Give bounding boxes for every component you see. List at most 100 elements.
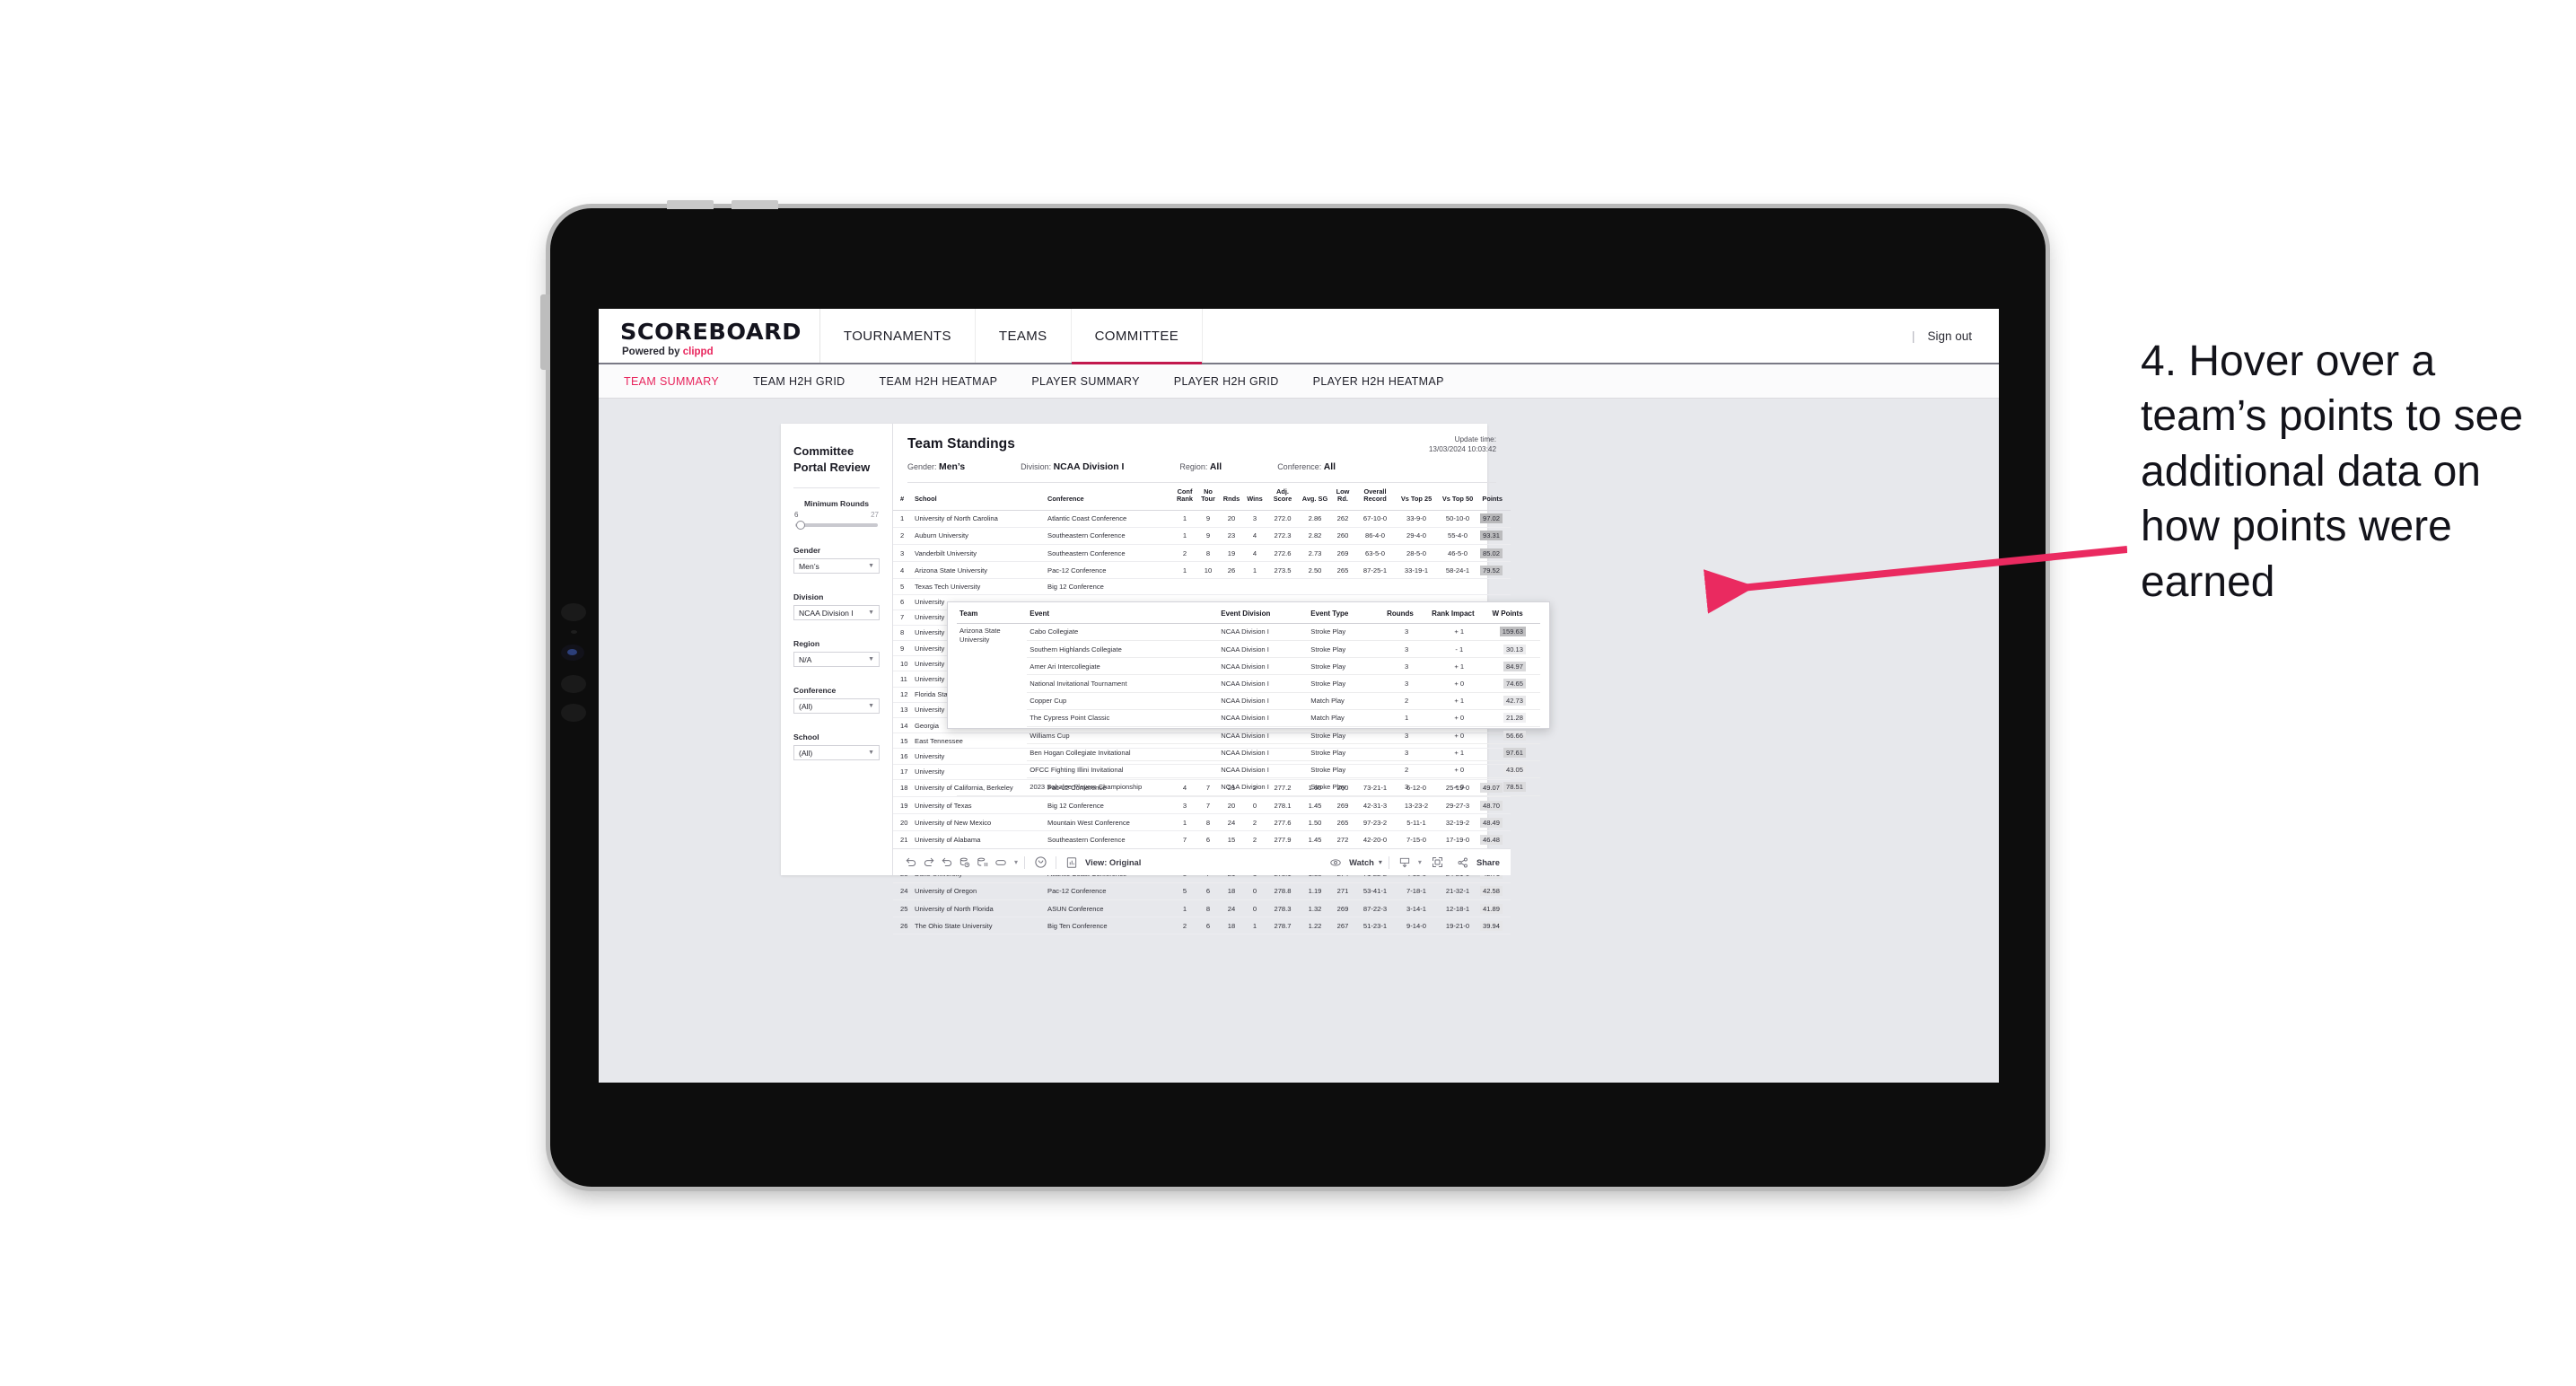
cell-overall: 87-25-1 — [1354, 561, 1396, 580]
division-select[interactable]: NCAA Division I ▼ — [793, 605, 880, 621]
tab-team-h2h-heatmap[interactable]: TEAM H2H HEATMAP — [880, 375, 998, 388]
table-row[interactable]: 21 University of Alabama Southeastern Conf… — [893, 830, 1511, 849]
redo-icon[interactable] — [920, 854, 938, 872]
table-row[interactable]: 26 The Ohio State University Big Ten Confe… — [893, 917, 1511, 935]
cell-low-rd — [1331, 578, 1354, 595]
cell-points[interactable]: 93.31 — [1478, 527, 1511, 545]
minimum-rounds-slider[interactable] — [795, 521, 878, 531]
tooltip-cell-w-points: 21.28 — [1489, 709, 1540, 727]
cell-conference: Mountain West Conference — [1046, 813, 1173, 832]
region-select[interactable]: N/A ▼ — [793, 652, 880, 668]
nav-teams[interactable]: TEAMS — [976, 309, 1072, 363]
cell-vs-top-50: 58-24-1 — [1437, 561, 1478, 580]
refresh-data-icon[interactable] — [956, 854, 974, 872]
col-vs-top-50[interactable]: Vs Top 50 — [1437, 483, 1478, 511]
cell-points[interactable]: 39.94 — [1478, 917, 1511, 935]
cell-points[interactable]: 85.02 — [1478, 544, 1511, 563]
table-row[interactable]: 3 Vanderbilt University Southeastern Confe… — [893, 544, 1511, 563]
cell-points[interactable]: 48.70 — [1478, 796, 1511, 815]
share-button[interactable]: Share — [1454, 854, 1500, 872]
cell-points[interactable]: 48.49 — [1478, 813, 1511, 832]
view-original-button[interactable]: View: Original — [1063, 854, 1141, 872]
table-row[interactable]: 2 Auburn University Southeastern Conferenc… — [893, 527, 1511, 545]
cell-avg-sg: 1.45 — [1299, 796, 1331, 815]
nav-tournaments[interactable]: TOURNAMENTS — [820, 309, 976, 363]
pause-updates-icon[interactable] — [974, 854, 992, 872]
nav-committee[interactable]: COMMITTEE — [1071, 309, 1204, 364]
tablet-sensor-icon — [561, 603, 586, 621]
slider-min-value: 6 — [794, 511, 799, 520]
cell-points[interactable]: 41.89 — [1478, 899, 1511, 918]
col-rnds[interactable]: Rnds — [1220, 483, 1243, 511]
tooltip-row: Arizona State University Cabo Collegiate N… — [957, 623, 1540, 796]
school-select[interactable]: (All) ▼ — [793, 745, 880, 761]
cell-points[interactable]: 97.02 — [1478, 510, 1511, 528]
col-rank[interactable]: # — [893, 483, 913, 511]
conference-select[interactable]: (All) ▼ — [793, 698, 880, 715]
table-header-row: # School Conference Conf Rank No Tour Rn… — [893, 483, 1511, 511]
slider-thumb[interactable] — [796, 521, 805, 531]
tooltip-cell-rounds: 3 — [1384, 623, 1430, 641]
cell-overall: 42-31-3 — [1354, 796, 1396, 815]
filter-divider — [793, 487, 880, 489]
cell-rank: 18 — [893, 779, 913, 797]
col-overall[interactable]: Overall Record — [1354, 483, 1396, 511]
cell-rnds: 24 — [1220, 813, 1243, 832]
tab-player-h2h-grid[interactable]: PLAYER H2H GRID — [1174, 375, 1279, 388]
col-points[interactable]: Points — [1478, 483, 1511, 511]
tab-team-h2h-grid[interactable]: TEAM H2H GRID — [753, 375, 845, 388]
tooltip-row: Copper Cup NCAA Division I Match Play 2 + 1 4… — [957, 692, 1540, 710]
update-time-value: 13/03/2024 10:03:42 — [1428, 445, 1496, 454]
tooltip-w-points-value: 97.61 — [1503, 747, 1526, 758]
table-row[interactable]: 20 University of New Mexico Mountain West … — [893, 813, 1511, 832]
col-wins[interactable]: Wins — [1243, 483, 1266, 511]
alerts-icon[interactable] — [1031, 854, 1049, 872]
table-row[interactable]: 1 University of North Carolina Atlantic Co… — [893, 510, 1511, 528]
tablet-sensor3-icon — [561, 704, 586, 722]
summary-division: Division: NCAA Division I — [1021, 462, 1125, 472]
table-row[interactable]: 5 Texas Tech University Big 12 Conference — [893, 578, 1511, 595]
undo-icon[interactable] — [902, 854, 920, 872]
col-no-tour[interactable]: No Tour — [1196, 483, 1220, 511]
cell-overall: 63-5-0 — [1354, 544, 1396, 563]
view-shape-dropdown[interactable]: ▾ — [992, 854, 1018, 872]
col-conf-rank[interactable]: Conf Rank — [1173, 483, 1196, 511]
tab-player-summary[interactable]: PLAYER SUMMARY — [1031, 375, 1139, 388]
revert-icon[interactable] — [938, 854, 956, 872]
table-row[interactable]: 4 Arizona State University Pac-12 Conferen… — [893, 561, 1511, 580]
download-button[interactable]: ▾ — [1396, 854, 1422, 872]
points-value: 97.02 — [1480, 513, 1503, 524]
tab-team-summary[interactable]: TEAM SUMMARY — [624, 375, 719, 388]
cell-points[interactable]: 46.48 — [1478, 830, 1511, 849]
cell-points[interactable]: 79.52 — [1478, 561, 1511, 580]
tooltip-cell-event: Copper Cup — [1027, 692, 1219, 710]
cell-points[interactable] — [1478, 578, 1511, 595]
table-row[interactable]: 19 University of Texas Big 12 Conference 3 7… — [893, 796, 1511, 815]
tooltip-row: Amer Ari Intercollegiate NCAA Division IS… — [957, 657, 1540, 676]
col-avg-sg[interactable]: Avg. SG — [1299, 483, 1331, 511]
slider-max-value: 27 — [871, 511, 879, 520]
cell-points[interactable]: 42.58 — [1478, 882, 1511, 901]
chevron-down-icon: ▾ — [1378, 857, 1382, 866]
brand-logo[interactable]: SCOREBOARD Powered by clippd — [599, 309, 820, 363]
tooltip-cell-w-points: 78.51 — [1489, 777, 1540, 796]
col-low-rd[interactable]: Low Rd. — [1331, 483, 1354, 511]
watch-button[interactable]: Watch ▾ — [1327, 854, 1382, 872]
col-school[interactable]: School — [913, 483, 1046, 511]
region-label: Region — [793, 639, 820, 649]
cell-adj-score: 272.0 — [1266, 510, 1299, 528]
tooltip-cell-event: Williams Cup — [1027, 726, 1219, 745]
tooltip-cell-rank-impact: + 0 — [1429, 709, 1490, 727]
sign-out-link[interactable]: Sign out — [1927, 329, 1972, 343]
table-row[interactable]: 24 University of Oregon Pac-12 Conference 5… — [893, 882, 1511, 901]
col-conference[interactable]: Conference — [1046, 483, 1173, 511]
gender-select[interactable]: Men’s ▼ — [793, 558, 880, 575]
cell-avg-sg: 2.86 — [1299, 510, 1331, 528]
table-row[interactable]: 25 University of North Florida ASUN Confer… — [893, 899, 1511, 918]
cell-wins — [1243, 578, 1266, 595]
col-vs-top-25[interactable]: Vs Top 25 — [1396, 483, 1437, 511]
fullscreen-icon[interactable] — [1429, 854, 1447, 872]
col-adj-score[interactable]: Adj. Score — [1266, 483, 1299, 511]
tab-player-h2h-heatmap[interactable]: PLAYER H2H HEATMAP — [1313, 375, 1444, 388]
points-value: 48.70 — [1480, 800, 1503, 811]
